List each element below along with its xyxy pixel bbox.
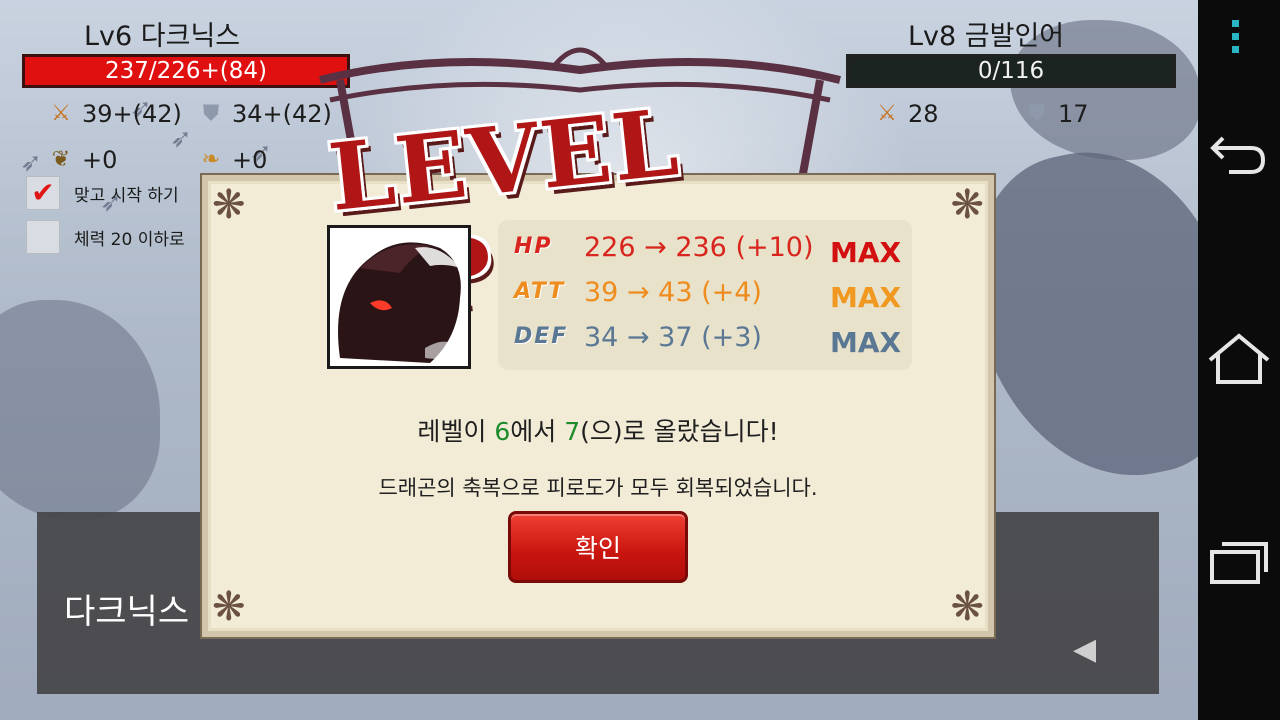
def-label: DEF	[514, 324, 569, 349]
hp-row: HP 226 → 236 (+10) MAX	[498, 230, 912, 274]
player-bonus1-value: +0	[82, 146, 118, 174]
att-max: MAX	[830, 281, 902, 314]
shield-icon: ⛊	[1028, 101, 1046, 126]
player-name: Lv6 다크닉스	[84, 21, 241, 52]
recovery-message: 드래곤의 축복으로 피로도가 모두 회복되었습니다.	[378, 476, 818, 500]
confirm-button[interactable]: 확인	[508, 511, 688, 583]
def-max: MAX	[830, 326, 902, 359]
monster-portrait	[327, 225, 471, 369]
corner-ornament: ❋	[950, 182, 984, 228]
dialogue-speaker: 다크닉스	[64, 592, 190, 632]
sword-icon: ⚔	[51, 101, 71, 126]
feather-icon: ❧	[201, 147, 221, 172]
enemy-defense-stat: ⛊ 17	[1022, 100, 1089, 128]
enemy-defense-value: 17	[1058, 100, 1089, 128]
def-change: 34 → 37 (+3)	[584, 322, 762, 353]
message-prefix: 레벨이	[417, 417, 495, 446]
stat-box: HP 226 → 236 (+10) MAX ATT 39 → 43 (+4) …	[498, 220, 912, 370]
player-bonus2-value: +0	[232, 146, 268, 174]
message-mid: 에서	[510, 417, 565, 446]
enemy-hp-bar: 0/116	[846, 54, 1176, 88]
att-row: ATT 39 → 43 (+4) MAX	[498, 275, 912, 319]
player-bonus1-stat: ❦ +0	[46, 146, 118, 174]
enemy-name: Lv8 금발인어	[908, 21, 1065, 52]
hp-label: HP	[514, 234, 553, 259]
home-icon[interactable]	[1198, 332, 1280, 398]
corner-ornament: ❋	[212, 584, 246, 630]
from-level: 6	[494, 417, 511, 446]
shield-icon: ⛊	[202, 101, 220, 126]
enemy-attack-value: 28	[908, 100, 939, 128]
recent-apps-icon[interactable]	[1198, 536, 1280, 598]
def-row: DEF 34 → 37 (+3) MAX	[498, 320, 912, 364]
message-suffix: (으)로 올랐습니다!	[580, 417, 779, 446]
player-attack-value: 39+(42)	[82, 100, 182, 128]
checkbox-hp-below[interactable]	[26, 220, 60, 254]
to-level: 7	[564, 417, 581, 446]
bird-decoration: ➶	[20, 148, 42, 178]
bird-decoration: ➶	[170, 124, 192, 154]
dark-dragon-icon	[338, 242, 461, 363]
option-hp-below[interactable]: 체력 20 이하로	[26, 220, 185, 254]
hp-change: 226 → 236 (+10)	[584, 232, 814, 263]
option-hp-below-label: 체력 20 이하로	[74, 229, 185, 250]
levelup-message: 레벨이 6에서 7(으)로 올랐습니다!	[202, 412, 994, 448]
hp-max: MAX	[830, 236, 902, 269]
player-bonus2-stat: ❧ +0	[196, 146, 268, 174]
corner-ornament: ❋	[212, 182, 246, 228]
horn-icon: ❦	[51, 147, 71, 172]
corner-ornament: ❋	[950, 584, 984, 630]
rock-decoration	[0, 300, 160, 520]
next-arrow-icon[interactable]: ◀	[1073, 632, 1096, 667]
option-start-hit[interactable]: ✔ 맞고 시작 하기	[26, 176, 179, 210]
overflow-menu-icon[interactable]	[1232, 20, 1244, 59]
player-attack-stat: ⚔ 39+(42)	[46, 100, 182, 128]
back-icon[interactable]	[1198, 128, 1280, 188]
att-label: ATT	[514, 279, 566, 304]
checkbox-start-hit[interactable]: ✔	[26, 176, 60, 210]
att-change: 39 → 43 (+4)	[584, 277, 762, 308]
option-start-hit-label: 맞고 시작 하기	[74, 185, 179, 206]
